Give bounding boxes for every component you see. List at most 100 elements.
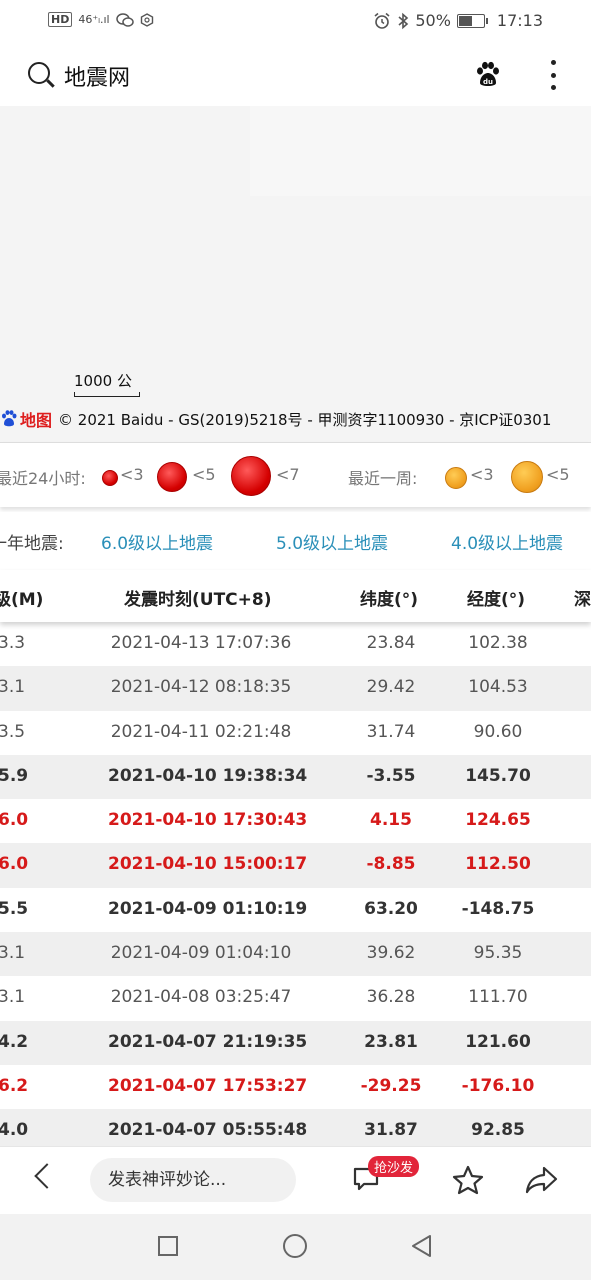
cell-magnitude: 6.2 [0, 1075, 29, 1096]
recent-apps-icon[interactable] [158, 1236, 178, 1256]
star-icon[interactable] [452, 1165, 484, 1195]
table-row[interactable]: 3.1 2021-04-08 03:25:47 36.28 111.70 [0, 976, 591, 1020]
cell-magnitude: 3.5 [0, 721, 26, 742]
cell-magnitude: 5.5 [0, 898, 29, 919]
legend-24h-lt3: <3 [120, 465, 144, 484]
map-view[interactable]: 1000 公 地图 © 2021 Baidu - GS(2019)5218号 -… [0, 106, 591, 442]
col-header-time[interactable]: 发震时刻(UTC+8) [124, 585, 272, 610]
share-icon[interactable] [524, 1165, 558, 1195]
comment-badge: 抢沙发 [368, 1156, 420, 1177]
legend-24h-label: 最近24小时: [0, 469, 86, 488]
battery-fill [458, 15, 472, 26]
more-options-icon[interactable] [550, 60, 556, 90]
baidu-map-logo[interactable]: 地图 [0, 407, 52, 431]
table-header: 级(M) 发震时刻(UTC+8) 纬度(°) 经度(°) 深 [0, 570, 591, 622]
cell-magnitude: 6.0 [0, 810, 29, 831]
comment-bar: 抢沙发 [0, 1146, 591, 1215]
cell-magnitude: 3.1 [0, 943, 26, 964]
table-row[interactable]: 4.2 2021-04-07 21:19:35 23.81 121.60 [0, 1020, 591, 1065]
legend-dot-orange-medium [511, 461, 543, 493]
legend-dot-red-small [102, 470, 118, 486]
cell-latitude: 31.74 [366, 721, 416, 742]
more-dot [550, 85, 556, 90]
back-chevron-icon[interactable] [34, 1163, 60, 1189]
system-navigation-bar [0, 1214, 591, 1280]
cell-time: 2021-04-07 21:19:35 [108, 1031, 308, 1052]
baidu-paw-icon[interactable]: du [474, 61, 502, 89]
cell-time: 2021-04-07 17:53:27 [108, 1075, 308, 1096]
cell-longitude: 102.38 [468, 633, 528, 653]
alarm-icon [374, 12, 390, 29]
cell-magnitude: 4.0 [0, 1120, 29, 1141]
col-header-depth[interactable]: 深 [574, 585, 591, 610]
legend-dot-red-medium [157, 462, 187, 492]
cell-latitude: 31.87 [364, 1120, 418, 1141]
cell-magnitude: 5.9 [0, 765, 29, 786]
filter-link-m6[interactable]: 6.0级以上地震 [101, 529, 213, 554]
earthquake-table-body: 3.3 2021-04-13 17:07:36 23.84 102.38 3.1 2021… [0, 622, 591, 1146]
cell-longitude: -148.75 [461, 898, 535, 919]
home-icon[interactable] [283, 1234, 307, 1258]
map-scale-label: 1000 公 [74, 372, 132, 390]
table-row[interactable]: 4.0 2021-04-07 05:55:48 31.87 92.85 [0, 1109, 591, 1146]
table-row[interactable]: 3.5 2021-04-11 02:21:48 31.74 90.60 [0, 711, 591, 755]
bluetooth-icon [398, 12, 409, 29]
cell-magnitude: 6.0 [0, 854, 29, 875]
hexagon-icon [140, 12, 153, 27]
battery-icon [456, 13, 488, 28]
status-right: 50% 17:13 [373, 11, 543, 30]
cell-magnitude: 4.2 [0, 1031, 29, 1052]
legend-24h-lt5: <5 [192, 465, 216, 484]
cell-latitude: -29.25 [360, 1075, 422, 1096]
col-header-longitude[interactable]: 经度(°) [467, 585, 525, 610]
year-filter-bar: 一年地震: 6.0级以上地震 5.0级以上地震 4.0级以上地震 [0, 512, 591, 568]
status-left: HD 46⁺ₗ.ıl [48, 12, 154, 27]
back-icon[interactable] [410, 1234, 434, 1258]
magnitude-legend: 最近24小时: <3 <5 <7 最近一周: <3 <5 [0, 442, 591, 507]
signal-icon: 46⁺ₗ.ıl [78, 13, 110, 26]
table-row[interactable]: 5.5 2021-04-09 01:10:19 63.20 -148.75 [0, 888, 591, 932]
app-header: 地震网 du [0, 44, 591, 106]
table-row[interactable]: 5.9 2021-04-10 19:38:34 -3.55 145.70 [0, 754, 591, 800]
legend-week-lt5: <5 [546, 465, 570, 484]
search-icon[interactable] [28, 62, 50, 84]
cell-magnitude: 3.3 [0, 633, 26, 653]
svg-text:du: du [483, 78, 493, 86]
cell-latitude: 23.84 [366, 633, 416, 653]
cell-longitude: 111.70 [468, 987, 528, 1008]
cell-time: 2021-04-07 05:55:48 [108, 1120, 308, 1141]
table-row[interactable]: 3.3 2021-04-13 17:07:36 23.84 102.38 [0, 622, 591, 666]
cell-time: 2021-04-10 15:00:17 [108, 854, 308, 875]
cell-latitude: -8.85 [366, 854, 416, 875]
comment-input[interactable] [90, 1158, 296, 1202]
legend-week-lt3: <3 [470, 465, 494, 484]
table-row[interactable]: 3.1 2021-04-09 01:04:10 39.62 95.35 [0, 932, 591, 977]
table-row[interactable]: 6.0 2021-04-10 15:00:17 -8.85 112.50 [0, 843, 591, 888]
cell-magnitude: 3.1 [0, 987, 26, 1008]
map-scale-bar [74, 392, 140, 397]
cell-time: 2021-04-13 17:07:36 [110, 633, 292, 653]
col-header-magnitude[interactable]: 级(M) [0, 585, 43, 610]
filter-link-m4[interactable]: 4.0级以上地震 [451, 529, 563, 554]
table-row[interactable]: 3.1 2021-04-12 08:18:35 29.42 104.53 [0, 666, 591, 711]
cell-latitude: 39.62 [366, 943, 416, 964]
cell-longitude: -176.10 [461, 1075, 535, 1096]
cell-longitude: 92.85 [471, 1120, 525, 1141]
more-dot [550, 72, 556, 78]
legend-24h-lt7: <7 [276, 465, 300, 484]
cell-time: 2021-04-10 17:30:43 [108, 810, 308, 831]
cell-longitude: 104.53 [468, 677, 528, 698]
cell-latitude: 36.28 [366, 987, 416, 1008]
table-row[interactable]: 6.0 2021-04-10 17:30:43 4.15 124.65 [0, 799, 591, 843]
cell-time: 2021-04-10 19:38:34 [108, 765, 308, 786]
cell-time: 2021-04-09 01:04:10 [110, 943, 292, 964]
baidu-logo-text: 地图 [20, 411, 53, 430]
cell-latitude: 23.81 [364, 1031, 418, 1052]
table-row[interactable]: 6.2 2021-04-07 17:53:27 -29.25 -176.10 [0, 1065, 591, 1109]
legend-dot-red-large [231, 456, 271, 496]
cell-latitude: 4.15 [370, 810, 412, 831]
cell-latitude: 29.42 [366, 677, 416, 698]
filter-link-m5[interactable]: 5.0级以上地震 [276, 529, 388, 554]
cell-magnitude: 3.1 [0, 677, 26, 698]
col-header-latitude[interactable]: 纬度(°) [360, 585, 418, 610]
